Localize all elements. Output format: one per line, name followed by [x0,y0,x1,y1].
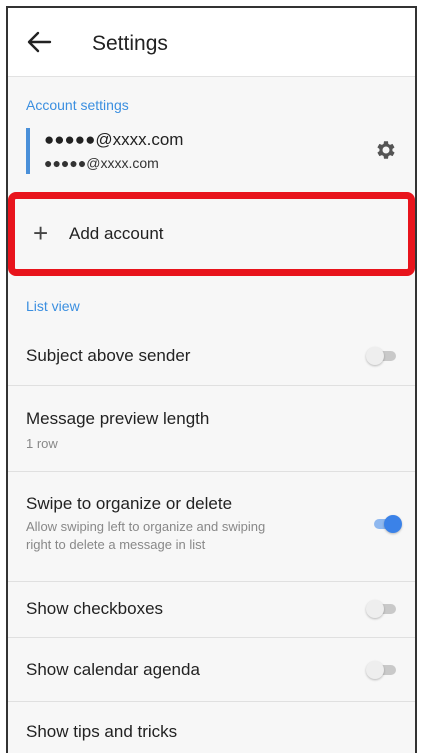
account-secondary-email: ●●●●●@xxxx.com [44,155,159,171]
app-bar: Settings [8,8,415,77]
account-item[interactable]: ●●●●●@xxxx.com ●●●●●@xxxx.com [8,122,415,182]
setting-message-preview-length[interactable]: Message preview length 1 row [8,386,415,472]
setting-subject-above-sender[interactable]: Subject above sender [8,322,415,386]
gear-icon[interactable] [374,138,398,162]
toggle-thumb [366,661,384,679]
setting-show-checkboxes[interactable]: Show checkboxes [8,582,415,638]
setting-title: Message preview length [26,409,210,428]
plus-icon: + [33,218,49,248]
page-title: Settings [92,32,168,55]
setting-title: Show checkboxes [26,599,164,618]
setting-subtitle: 1 row [26,436,58,451]
toggle-thumb [366,600,384,618]
setting-title: Swipe to organize or delete [26,494,233,513]
setting-title: Show tips and tricks [26,722,178,741]
account-primary-email: ●●●●●@xxxx.com [44,130,184,149]
show-calendar-agenda-toggle[interactable] [366,660,398,680]
swipe-to-organize-toggle[interactable] [370,514,402,534]
add-account-button[interactable]: + Add account [8,192,415,276]
list-view-header: List view [26,298,80,314]
setting-subtitle-line2: right to delete a message in list [26,537,206,552]
setting-swipe-to-organize[interactable]: Swipe to organize or delete Allow swipin… [8,472,415,582]
account-settings-header: Account settings [26,97,129,113]
settings-screen: Settings Account settings ●●●●●@xxxx.com… [6,6,417,753]
subject-above-sender-toggle[interactable] [366,346,398,366]
add-account-label: Add account [69,224,164,243]
show-checkboxes-toggle[interactable] [366,599,398,619]
toggle-thumb [384,515,402,533]
toggle-thumb [366,347,384,365]
setting-show-calendar-agenda[interactable]: Show calendar agenda [8,638,415,702]
account-color-bar [26,128,30,174]
setting-show-tips-and-tricks[interactable]: Show tips and tricks [8,702,415,753]
setting-subtitle-line1: Allow swiping left to organize and swipi… [26,519,266,534]
setting-title: Show calendar agenda [26,660,200,679]
setting-title: Subject above sender [26,346,191,365]
back-arrow-icon[interactable] [26,30,52,54]
